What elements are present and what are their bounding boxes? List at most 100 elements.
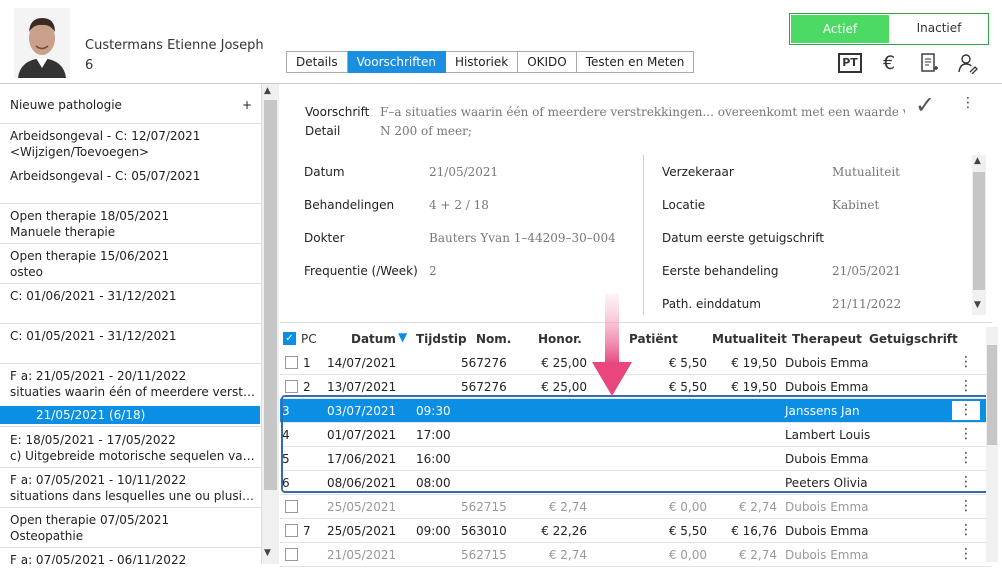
tab-voorschriften[interactable]: Voorschriften <box>347 51 446 73</box>
row-checkbox[interactable] <box>285 524 298 537</box>
cell-ther: Dubois Emma <box>785 524 869 538</box>
pt-icon[interactable]: PT <box>837 50 863 76</box>
sidebar-item[interactable]: Open therapie 15/06/2021 <box>10 248 256 264</box>
actief-button[interactable]: Actief <box>791 15 889 43</box>
user-settings-icon[interactable] <box>955 50 981 76</box>
cell-honor: € 25,00 <box>541 380 587 394</box>
euro-icon[interactable]: € <box>876 50 902 76</box>
frequentie-label: Frequentie (/Week) <box>304 264 418 278</box>
path-einddatum-value: 21/11/2022 <box>832 297 902 311</box>
cell-patient: € 5,50 <box>668 356 707 370</box>
table-row[interactable]: 1 14/07/2021 567276 € 25,00 € 5,50 € 19,50 Dub… <box>280 351 992 375</box>
confirm-check-icon[interactable]: ✓ <box>915 91 935 119</box>
cell-honor: € 22,26 <box>541 524 587 538</box>
tab-testen-en-meten[interactable]: Testen en Meten <box>576 51 695 73</box>
divider <box>0 123 261 124</box>
row-menu-icon[interactable]: ⋮ <box>952 545 980 564</box>
detail-divider <box>643 155 644 315</box>
row-checkbox[interactable] <box>285 356 298 369</box>
sidebar-item-sub: situations dans lesquelles une ou plusie… <box>10 489 256 503</box>
verzekeraar-value: Mutualiteit <box>832 165 900 179</box>
divider <box>0 363 261 364</box>
cell-nom: 567276 <box>461 380 507 394</box>
document-icon[interactable] <box>916 50 942 76</box>
col-honor[interactable]: Honor. <box>538 332 582 346</box>
patient-avatar <box>14 8 70 78</box>
cell-ther: Dubois Emma <box>785 380 869 394</box>
cell-honor: € 2,74 <box>548 500 587 514</box>
sidebar-item[interactable]: F a: 07/05/2021 - 06/11/2022 <box>10 552 256 564</box>
sidebar-item[interactable]: Arbeidsongeval - C: 05/07/2021 <box>10 168 256 184</box>
col-nom[interactable]: Nom. <box>476 332 511 346</box>
sidebar-item[interactable]: Open therapie 07/05/2021 <box>10 512 256 528</box>
sidebar-item[interactable]: Open therapie 18/05/2021 <box>10 208 256 224</box>
dokter-label: Dokter <box>304 231 345 245</box>
divider <box>0 507 261 508</box>
scroll-up-icon[interactable]: ▲ <box>264 86 271 96</box>
tab-okido[interactable]: OKIDO <box>518 51 577 73</box>
sidebar-item[interactable]: F a: 21/05/2021 - 20/11/2022 <box>10 368 256 384</box>
inactief-button[interactable]: Inactief <box>890 14 988 44</box>
sidebar-item[interactable]: Arbeidsongeval - C: 12/07/2021 <box>10 128 256 144</box>
col-mutualiteit[interactable]: Mutualiteit <box>712 332 787 346</box>
scroll-down-icon[interactable]: ▼ <box>974 300 981 310</box>
divider <box>0 323 261 324</box>
eerste-behandeling-label: Eerste behandeling <box>662 264 779 278</box>
scroll-up-icon[interactable]: ▲ <box>974 156 981 166</box>
selected-prescription[interactable]: 21/05/2021 (6/18) <box>0 406 260 424</box>
sidebar-scroll-thumb[interactable] <box>264 100 277 490</box>
tab-details[interactable]: Details <box>286 51 348 73</box>
row-menu-icon[interactable]: ⋮ <box>952 377 980 396</box>
col-patient[interactable]: Patiënt <box>629 332 678 346</box>
table-row[interactable]: 7 25/05/2021 09:00 563010 € 22,26 € 5,50 € 16,… <box>280 519 992 543</box>
table-row[interactable]: 25/05/2021 562715 € 2,74 € 0,00 € 2,74 Dubois… <box>280 495 992 519</box>
cell-patient: € 5,50 <box>668 524 707 538</box>
patient-name: Custermans Etienne Joseph <box>85 38 264 53</box>
row-checkbox[interactable] <box>285 548 298 561</box>
divider <box>0 203 261 204</box>
add-icon[interactable]: + <box>242 97 254 113</box>
col-tijdstip[interactable]: Tijdstip <box>416 332 467 346</box>
sidebar-item-sub: <Wijzigen/Toevoegen> <box>10 145 150 159</box>
cell-pc: 2 <box>303 380 311 394</box>
cell-nom: 567276 <box>461 356 507 370</box>
sort-desc-icon[interactable]: ▼ <box>398 330 407 344</box>
select-all-checkbox[interactable]: ✓ <box>283 332 296 345</box>
voorschrift-text: F–a situaties waarin één of meerdere ver… <box>380 105 905 119</box>
voorschrift-label: Voorschrift <box>305 105 370 119</box>
cell-mut: € 19,50 <box>731 380 777 394</box>
cell-nom: 562715 <box>461 500 507 514</box>
tab-historiek[interactable]: Historiek <box>445 51 519 73</box>
table-scroll-thumb[interactable] <box>987 345 997 445</box>
cell-mut: € 16,76 <box>731 524 777 538</box>
pathology-sidebar: Nieuwe pathologie + Arbeidsongeval - C: … <box>0 84 262 564</box>
sidebar-item-sub: Manuele therapie <box>10 225 116 239</box>
verzekeraar-label: Verzekeraar <box>662 165 734 179</box>
cell-nom: 563010 <box>461 524 507 538</box>
table-row[interactable]: 21/05/2021 562715 € 2,74 € 0,00 € 2,74 Dubois… <box>280 543 992 567</box>
patient-number: 6 <box>85 58 94 73</box>
detail-scroll-thumb[interactable] <box>973 172 985 290</box>
new-pathology-link[interactable]: Nieuwe pathologie <box>10 97 256 113</box>
row-menu-icon[interactable]: ⋮ <box>952 497 980 516</box>
col-datum[interactable]: Datum <box>351 332 396 346</box>
row-menu-icon[interactable]: ⋮ <box>952 353 980 372</box>
col-getuigschrift[interactable]: Getuigschrift <box>869 332 958 346</box>
row-checkbox[interactable] <box>285 500 298 513</box>
more-icon[interactable]: ⋮ <box>961 95 975 111</box>
col-pc[interactable]: PC <box>301 332 317 346</box>
sidebar-item[interactable]: E: 18/05/2021 - 17/05/2022 <box>10 432 256 448</box>
col-therapeut[interactable]: Therapeut <box>792 332 862 346</box>
row-checkbox[interactable] <box>285 380 298 393</box>
detail-label: Detail <box>305 124 341 138</box>
row-menu-icon[interactable]: ⋮ <box>952 521 980 540</box>
sidebar-item[interactable]: C: 01/06/2021 - 31/12/2021 <box>10 288 256 304</box>
scroll-down-icon[interactable]: ▼ <box>264 548 271 558</box>
cell-mut: € 19,50 <box>731 356 777 370</box>
cell-patient: € 5,50 <box>668 380 707 394</box>
sidebar-item[interactable]: F a: 07/05/2021 - 10/11/2022 <box>10 472 256 488</box>
divider <box>0 547 261 548</box>
sidebar-item[interactable]: C: 01/05/2021 - 31/12/2021 <box>10 328 256 344</box>
cell-datum: 25/05/2021 <box>327 524 397 538</box>
cell-ther: Dubois Emma <box>785 500 869 514</box>
